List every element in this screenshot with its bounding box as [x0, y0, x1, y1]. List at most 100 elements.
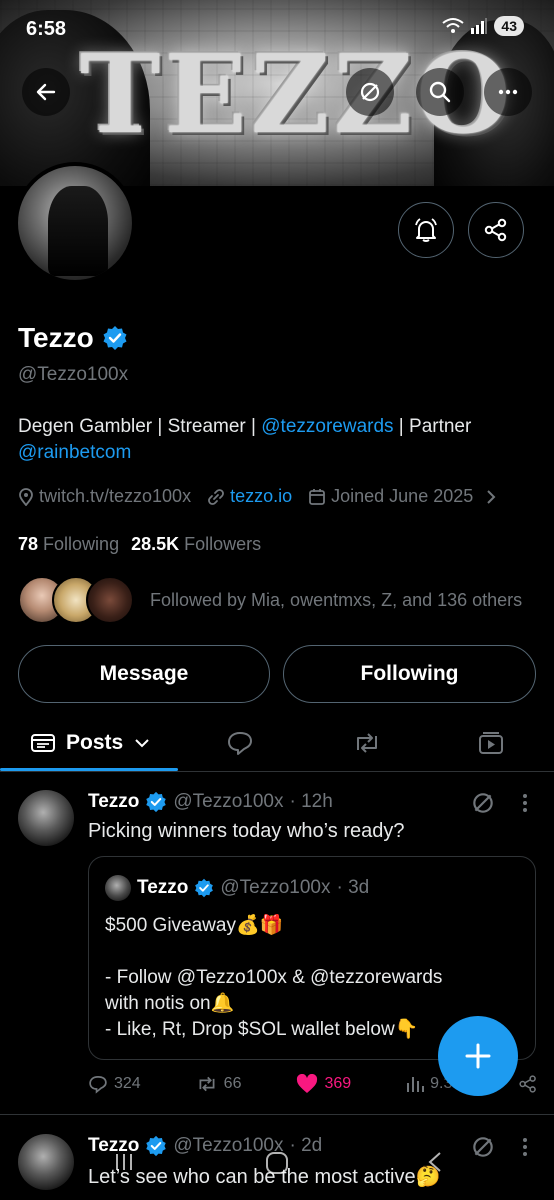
- bio-text-partner: | Partner: [393, 416, 472, 437]
- following-count: 78: [18, 534, 39, 554]
- compose-button[interactable]: [438, 1016, 518, 1096]
- more-horizontal-icon: [498, 89, 518, 95]
- avatar-figure: [48, 186, 108, 276]
- grok-button[interactable]: [346, 68, 394, 116]
- post-avatar[interactable]: [18, 1134, 74, 1190]
- followers-count: 28.5K: [131, 534, 180, 554]
- message-button[interactable]: Message: [18, 645, 270, 703]
- calendar-icon: [309, 488, 326, 505]
- post-divider: [0, 1114, 554, 1115]
- bar-chart-icon: [407, 1077, 425, 1092]
- more-options-button[interactable]: [484, 68, 532, 116]
- media-icon: [479, 732, 503, 754]
- chevron-right-icon: [487, 489, 496, 504]
- search-button[interactable]: [416, 68, 464, 116]
- repost-button[interactable]: 66: [196, 1074, 242, 1094]
- profile-avatar[interactable]: [14, 162, 136, 284]
- followers-count-link[interactable]: 28.5K Followers: [131, 534, 261, 555]
- like-count: 369: [324, 1075, 352, 1092]
- posts-icon: [31, 734, 55, 752]
- status-icons: 43: [442, 16, 524, 36]
- post-author-name[interactable]: Tezzo: [88, 791, 139, 813]
- grok-icon: [360, 82, 380, 102]
- grok-icon[interactable]: [470, 1134, 496, 1160]
- follow-counts: 78 Following 28.5K Followers: [18, 534, 261, 555]
- bio-mention-tezzorewards[interactable]: @tezzorewards: [261, 416, 393, 437]
- bio-text: Degen Gambler | Streamer |: [18, 416, 262, 437]
- grok-icon[interactable]: [470, 790, 496, 816]
- recent-apps-icon[interactable]: [112, 1150, 136, 1174]
- post-author-handle: @Tezzo100x: [173, 791, 284, 812]
- tab-posts[interactable]: Posts: [30, 718, 151, 768]
- verified-badge-icon: [146, 791, 167, 813]
- signal-icon: [471, 18, 488, 34]
- repost-icon: [357, 733, 377, 753]
- tab-replies[interactable]: [226, 718, 254, 768]
- arrow-left-icon: [36, 83, 56, 101]
- quote-author-name: Tezzo: [137, 877, 189, 898]
- post-avatar[interactable]: [18, 790, 74, 846]
- home-icon[interactable]: [264, 1150, 290, 1176]
- location-text: twitch.tv/tezzo100x: [39, 486, 192, 506]
- profile-handle: @Tezzo100x: [18, 364, 129, 385]
- reply-button[interactable]: 324: [88, 1074, 141, 1094]
- quote-avatar: [105, 875, 131, 901]
- joined-text: Joined June 2025: [331, 486, 474, 506]
- reply-count: 324: [114, 1075, 141, 1092]
- more-vertical-icon[interactable]: [516, 792, 534, 814]
- profile-meta-row: twitch.tv/tezzo100x tezzo.io Joined June…: [18, 486, 514, 507]
- profile-display-name: Tezzo: [18, 322, 94, 353]
- more-vertical-icon[interactable]: [516, 1136, 534, 1158]
- plus-icon: [465, 1043, 491, 1069]
- notifications-button[interactable]: [398, 202, 454, 258]
- following-button[interactable]: Following: [283, 645, 536, 703]
- profile-location: twitch.tv/tezzo100x: [18, 486, 191, 507]
- post-timestamp: · 12h: [289, 791, 333, 812]
- share-icon[interactable]: [518, 1074, 538, 1094]
- quote-line: - Follow @Tezzo100x & @tezzorewards: [105, 967, 443, 988]
- share-button[interactable]: [468, 202, 524, 258]
- following-label: Following: [43, 534, 120, 554]
- chevron-down-icon[interactable]: [133, 735, 151, 751]
- followed-by-text: Followed by Mia, owentmxs, Z, and 136 ot…: [150, 589, 523, 610]
- tab-posts-label: Posts: [66, 731, 124, 754]
- like-button[interactable]: 369: [296, 1074, 351, 1094]
- share-icon: [484, 218, 507, 242]
- verified-badge-icon[interactable]: [102, 325, 128, 351]
- profile-website[interactable]: tezzo.io: [207, 486, 292, 507]
- reply-bubble-icon: [228, 732, 252, 755]
- battery-indicator: 43: [494, 16, 524, 36]
- status-time: 6:58: [26, 18, 67, 40]
- profile-joined[interactable]: Joined June 2025: [308, 486, 498, 507]
- system-back-icon[interactable]: [424, 1150, 446, 1174]
- following-count-link[interactable]: 78 Following: [18, 534, 119, 555]
- bio-mention-rainbetcom[interactable]: @rainbetcom: [18, 442, 131, 463]
- post-text: Picking winners today who’s ready?: [88, 820, 405, 842]
- profile-name-row: Tezzo: [18, 322, 128, 354]
- heart-filled-icon: [297, 1074, 318, 1093]
- quote-header: Tezzo @Tezzo100x · 3d: [105, 875, 369, 901]
- quote-line: $500 Giveaway💰🎁: [105, 915, 284, 936]
- quote-spacer: [105, 939, 525, 965]
- quote-author-handle: @Tezzo100x: [220, 877, 331, 898]
- link-icon: [208, 488, 224, 505]
- quote-line: with notis on🔔: [105, 993, 235, 1014]
- website-link[interactable]: tezzo.io: [230, 486, 292, 507]
- back-button[interactable]: [22, 68, 70, 116]
- bell-icon: [415, 218, 437, 242]
- search-icon: [429, 81, 451, 103]
- post-header: Tezzo @Tezzo100x · 12h: [88, 791, 333, 813]
- follower-avatar: [86, 576, 134, 624]
- tab-divider: [0, 771, 554, 772]
- post-timestamp: · 2d: [289, 1135, 323, 1156]
- reply-icon: [89, 1075, 107, 1094]
- verified-badge-icon: [146, 1135, 167, 1157]
- location-pin-icon: [19, 487, 33, 506]
- followed-by-row[interactable]: Followed by Mia, owentmxs, Z, and 136 ot…: [18, 576, 522, 624]
- verified-badge-icon: [195, 878, 214, 898]
- wifi-icon: [442, 18, 465, 33]
- repost-count: 66: [223, 1075, 242, 1092]
- repost-icon: [199, 1076, 215, 1092]
- tab-reposts[interactable]: [352, 718, 382, 768]
- tab-media[interactable]: [477, 718, 505, 768]
